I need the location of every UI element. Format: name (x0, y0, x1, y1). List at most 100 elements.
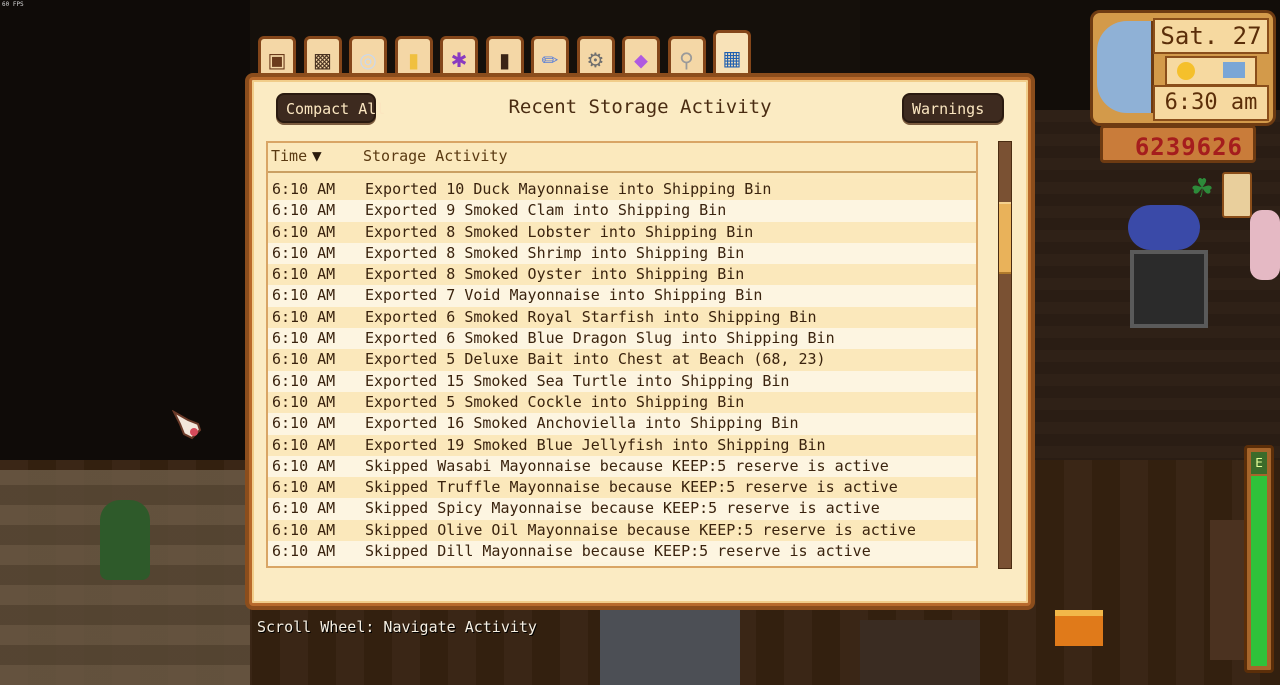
scrollbar-thumb[interactable] (999, 202, 1011, 274)
row-activity: Exported 19 Smoked Blue Jellyfish into S… (365, 435, 826, 454)
hud-clock: Sat. 27 6:30 am (1090, 10, 1276, 126)
activity-table: Time ▼ Storage Activity 6:10 AM Exported … (266, 141, 978, 568)
row-activity: Exported 15 Smoked Sea Turtle into Shipp… (365, 371, 790, 390)
row-time: 6:10 AM (272, 201, 336, 220)
table-row: 6:10 AM Exported 8 Smoked Shrimp into Shi… (268, 242, 976, 265)
table-row: 6:10 AM Skipped Wasabi Mayonnaise because… (268, 455, 976, 478)
row-activity: Exported 8 Smoked Oyster into Shipping B… (365, 265, 745, 284)
table-header: Time ▼ Storage Activity (268, 143, 976, 173)
row-time: 6:10 AM (272, 350, 336, 369)
row-time: 6:10 AM (272, 499, 336, 518)
row-activity: Skipped Dill Mayonnaise because KEEP:5 r… (365, 542, 871, 561)
row-time: 6:10 AM (272, 392, 336, 411)
row-time: 6:10 AM (272, 542, 336, 561)
row-activity: Exported 10 Duck Mayonnaise into Shippin… (365, 180, 772, 198)
tab-star-figure[interactable]: ✱ (440, 36, 478, 80)
tab-barrel-icon: ▮ (498, 47, 510, 72)
row-time: 6:10 AM (272, 478, 336, 497)
furniture-block (860, 620, 980, 685)
row-time: 6:10 AM (272, 307, 336, 326)
row-activity: Exported 16 Smoked Anchoviella into Ship… (365, 414, 799, 433)
tab-ring-icon: ◎ (359, 47, 377, 72)
energy-label-icon: E (1251, 452, 1267, 474)
tab-gem[interactable]: ⬥ (622, 36, 660, 80)
tab-wand[interactable]: ✏ (531, 36, 569, 80)
kitchen-counter (600, 610, 740, 685)
time-column-header[interactable]: Time (271, 147, 307, 165)
buff-icon[interactable] (1222, 172, 1252, 218)
hud-date: Sat. 27 (1153, 18, 1269, 54)
table-body: 6:10 AM Exported 10 Duck Mayonnaise into … (268, 179, 976, 563)
row-activity: Skipped Wasabi Mayonnaise because KEEP:5… (365, 456, 889, 475)
table-row: 6:10 AM Skipped Olive Oil Mayonnaise beca… (268, 519, 976, 542)
row-activity: Skipped Truffle Mayonnaise because KEEP:… (365, 478, 898, 497)
tab-ring[interactable]: ◎ (349, 36, 387, 80)
table-row: 6:10 AM Exported 15 Smoked Sea Turtle int… (268, 370, 976, 392)
tab-gear[interactable]: ⚙ (576, 36, 615, 80)
table-row: 6:10 AM Exported 16 Smoked Anchoviella in… (268, 413, 976, 435)
row-time: 6:10 AM (272, 414, 336, 433)
table-row: 6:10 AM Skipped Spicy Mayonnaise because … (268, 498, 976, 520)
controls-hint: Scroll Wheel: Navigate Activity (257, 618, 537, 636)
row-time: 6:10 AM (272, 265, 336, 284)
tab-tiki[interactable]: ▩ (303, 36, 342, 80)
day-night-dial (1097, 21, 1154, 113)
row-time: 6:10 AM (272, 180, 336, 198)
table-row: 6:10 AM Exported 8 Smoked Oyster into Shi… (268, 264, 976, 286)
money-counter: 6239626 (1100, 125, 1256, 163)
table-row: 6:10 AM Exported 10 Duck Mayonnaise into … (268, 179, 976, 201)
table-row: 6:10 AM Exported 5 Smoked Cockle into Shi… (268, 391, 976, 414)
table-row: 6:10 AM Exported 8 Smoked Lobster into Sh… (268, 221, 976, 243)
sort-arrow-icon[interactable]: ▼ (312, 146, 322, 165)
row-time: 6:10 AM (272, 456, 336, 475)
tab-magnifier[interactable]: ⚲ (667, 36, 706, 80)
television (1130, 250, 1208, 328)
table-row: 6:10 AM Exported 5 Deluxe Bait into Chest… (268, 349, 976, 371)
scrollbar-track[interactable] (998, 141, 1012, 569)
table-row: 6:10 AM Skipped Dill Mayonnaise because K… (268, 541, 976, 563)
four-leaf-clover-icon: ☘ (1190, 174, 1214, 204)
tab-magnifier-icon: ⚲ (679, 47, 694, 72)
row-time: 6:10 AM (272, 243, 336, 262)
bunny-plush (1250, 210, 1280, 280)
tab-book[interactable]: ▦ (713, 30, 751, 82)
row-time: 6:10 AM (272, 435, 336, 454)
table-row: 6:10 AM Exported 7 Void Mayonnaise into S… (268, 285, 976, 307)
row-time: 6:10 AM (272, 286, 336, 305)
warnings-button[interactable]: Warnings (902, 93, 1004, 123)
weather-display (1165, 56, 1257, 86)
row-activity: Skipped Olive Oil Mayonnaise because KEE… (365, 520, 916, 539)
season-icon (1223, 62, 1245, 78)
fireplace (1055, 610, 1103, 646)
tab-tiki-icon: ▩ (313, 47, 332, 72)
row-activity: Exported 6 Smoked Royal Starfish into Sh… (365, 307, 817, 326)
hanging-plant (100, 500, 150, 580)
row-activity: Exported 8 Smoked Lobster into Shipping … (365, 222, 754, 241)
row-time: 6:10 AM (272, 520, 336, 539)
activity-column-header[interactable]: Storage Activity (363, 147, 508, 165)
table-row: 6:10 AM Exported 9 Smoked Clam into Shipp… (268, 200, 976, 222)
teddy-bear (1128, 205, 1200, 250)
row-time: 6:10 AM (272, 329, 336, 348)
hud-time: 6:30 am (1153, 85, 1269, 121)
row-activity: Exported 5 Smoked Cockle into Shipping B… (365, 392, 745, 411)
tab-tag[interactable]: ▮ (394, 36, 433, 80)
fps-counter: 60 FPS (2, 1, 24, 8)
row-activity: Exported 7 Void Mayonnaise into Shipping… (365, 286, 763, 305)
row-time: 6:10 AM (272, 371, 336, 390)
tab-barrel[interactable]: ▮ (485, 36, 524, 80)
energy-fill (1251, 476, 1267, 666)
sun-weather-icon (1177, 62, 1195, 80)
tab-gem-icon: ⬥ (634, 47, 648, 72)
row-activity: Exported 5 Deluxe Bait into Chest at Bea… (365, 350, 826, 369)
tab-chest[interactable]: ▣ (258, 36, 296, 80)
tab-chest-icon: ▣ (267, 47, 287, 72)
tab-gear-icon: ⚙ (586, 47, 605, 72)
tab-tag-icon: ▮ (407, 47, 419, 72)
tab-wand-icon: ✏ (541, 47, 559, 72)
energy-bar: E (1244, 445, 1274, 673)
row-activity: Skipped Spicy Mayonnaise because KEEP:5 … (365, 499, 880, 518)
table-row: 6:10 AM Skipped Truffle Mayonnaise becaus… (268, 477, 976, 499)
table-row: 6:10 AM Exported 19 Smoked Blue Jellyfish… (268, 434, 976, 456)
glove-cursor-icon (172, 410, 202, 440)
